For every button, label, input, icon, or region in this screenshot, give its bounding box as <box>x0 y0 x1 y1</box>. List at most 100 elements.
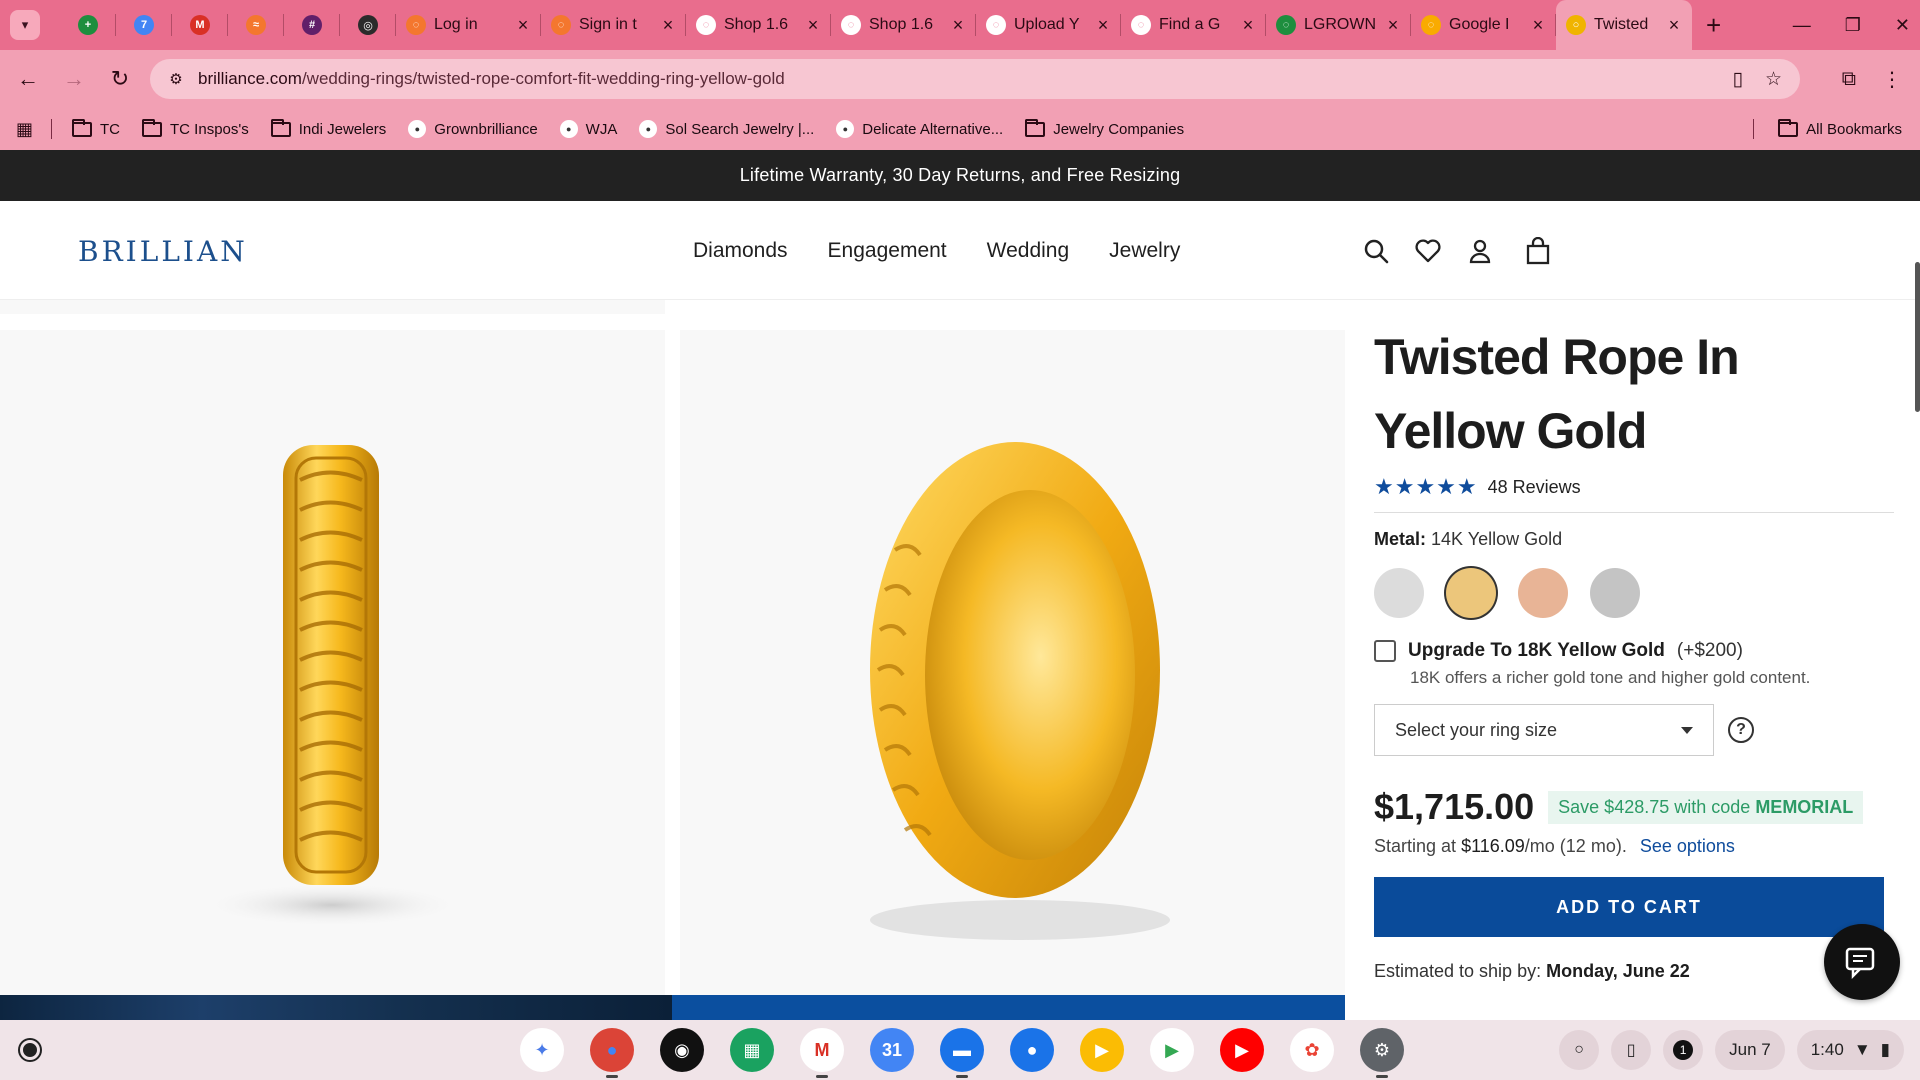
pinned-tab[interactable]: 7 <box>116 0 172 50</box>
files-icon[interactable]: ▬ <box>940 1028 984 1078</box>
add-to-cart-button[interactable]: ADD TO CART <box>1374 877 1884 937</box>
photos-icon[interactable]: ✿ <box>1290 1028 1334 1072</box>
gmail-icon: M <box>190 15 210 35</box>
close-icon[interactable]: × <box>1385 15 1401 36</box>
star-rating: ★★★★★ <box>1374 474 1478 499</box>
upgrade-checkbox[interactable] <box>1374 640 1396 662</box>
browser-tab[interactable]: ◌ Sign in t × <box>541 0 686 50</box>
restore-icon[interactable]: ❐ <box>1845 15 1861 36</box>
close-icon[interactable]: × <box>1666 15 1682 36</box>
bookmark-item[interactable]: TC Inspos's <box>142 118 249 138</box>
metal-swatch-white-gold[interactable] <box>1374 568 1424 618</box>
rating-row[interactable]: ★★★★★ 48 Reviews <box>1374 474 1894 513</box>
metal-swatches <box>1374 568 1894 618</box>
see-options-link[interactable]: See options <box>1640 836 1735 856</box>
browser-tab[interactable]: ◌ Find a G × <box>1121 0 1266 50</box>
account-icon[interactable] <box>1466 237 1494 265</box>
pinned-tab[interactable]: + <box>60 0 116 50</box>
extensions-puzzle-icon[interactable]: ⧉ <box>1842 68 1856 91</box>
active-tab[interactable]: ○ Twisted × <box>1556 0 1692 50</box>
gemini-icon[interactable]: ✦ <box>520 1028 564 1072</box>
close-icon[interactable]: × <box>805 15 821 36</box>
upgrade-option[interactable]: Upgrade To 18K Yellow Gold (+$200) <box>1374 640 1894 662</box>
date-pill[interactable]: Jun 7 <box>1715 1030 1785 1070</box>
pinned-tab[interactable]: ≈ <box>228 0 284 50</box>
kebab-menu-icon[interactable]: ⋮ <box>1882 67 1902 92</box>
nav-diamonds[interactable]: Diamonds <box>693 239 788 263</box>
page-scrollbar[interactable] <box>1915 262 1920 412</box>
bookmark-item[interactable]: ● Sol Search Jewelry |... <box>639 120 814 138</box>
back-arrow-icon[interactable]: ← <box>10 61 46 97</box>
browser-tab[interactable]: ◌ LGROWN × <box>1266 0 1411 50</box>
phone-hub-icon[interactable]: ▯ <box>1611 1030 1652 1070</box>
product-image-side-view[interactable] <box>0 300 665 995</box>
calendar-icon[interactable]: 31 <box>870 1028 914 1072</box>
ring-size-select[interactable]: Select your ring size <box>1374 704 1714 756</box>
pinned-tab[interactable]: M <box>172 0 228 50</box>
bookmark-star-icon[interactable]: ☆ <box>1765 68 1782 91</box>
chrome-icon[interactable]: ● <box>590 1028 634 1078</box>
apps-grid-icon[interactable]: ▦ <box>16 119 33 140</box>
new-tab-plus-icon[interactable]: + <box>1706 10 1721 41</box>
help-question-icon[interactable]: ? <box>1728 717 1754 743</box>
search-icon[interactable] <box>1362 237 1390 265</box>
metal-swatch-platinum[interactable] <box>1590 568 1640 618</box>
podcast-icon[interactable]: ◉ <box>660 1028 704 1072</box>
notification-count-icon[interactable]: 1 <box>1663 1030 1704 1070</box>
close-icon[interactable]: × <box>660 15 676 36</box>
close-icon[interactable]: × <box>515 15 531 36</box>
browser-tab[interactable]: ◌ Upload Y × <box>976 0 1121 50</box>
close-window-icon[interactable]: ✕ <box>1895 15 1910 36</box>
close-icon[interactable]: × <box>950 15 966 36</box>
reload-icon[interactable]: ↻ <box>102 61 138 97</box>
app-grid-icon[interactable]: ▦ <box>730 1028 774 1072</box>
tab-search-chevron-icon[interactable]: ▾ <box>10 10 40 40</box>
url-text[interactable]: brilliance.com/wedding-rings/twisted-rop… <box>198 69 785 89</box>
heart-icon[interactable] <box>1414 237 1442 265</box>
close-icon[interactable]: × <box>1095 15 1111 36</box>
gb-icon: ◌ <box>986 15 1006 35</box>
bookmark-item[interactable]: ● Grownbrilliance <box>408 120 538 138</box>
browser-tab[interactable]: ◌ Shop 1.6 × <box>686 0 831 50</box>
meet-icon[interactable]: ▶ <box>1080 1028 1124 1072</box>
gmail-icon[interactable]: M <box>800 1028 844 1078</box>
product-image-angled-view[interactable] <box>680 330 1345 995</box>
install-app-icon[interactable]: ▯ <box>1732 68 1742 91</box>
play-store-icon[interactable]: ▶ <box>1150 1028 1194 1072</box>
pinned-tab[interactable]: ◎ <box>340 0 396 50</box>
close-icon[interactable]: × <box>1530 15 1546 36</box>
chat-bubble-icon[interactable] <box>1824 924 1900 1000</box>
bookmark-item[interactable]: ● Delicate Alternative... <box>836 120 1003 138</box>
nav-engagement[interactable]: Engagement <box>828 239 947 263</box>
address-bar[interactable]: ⚙ brilliance.com/wedding-rings/twisted-r… <box>150 59 1800 99</box>
close-icon[interactable]: × <box>1240 15 1256 36</box>
nav-jewelry[interactable]: Jewelry <box>1109 239 1180 263</box>
all-bookmarks[interactable]: All Bookmarks <box>1778 118 1902 138</box>
launcher-icon[interactable] <box>20 1040 40 1060</box>
metal-swatch-rose-gold[interactable] <box>1518 568 1568 618</box>
reviews-link[interactable]: 48 Reviews <box>1488 477 1581 498</box>
metal-swatch-yellow-gold[interactable] <box>1446 568 1496 618</box>
messages-icon[interactable]: ● <box>1010 1028 1054 1072</box>
browser-tab[interactable]: ◌ Shop 1.6 × <box>831 0 976 50</box>
browser-tab[interactable]: ◌ Google I × <box>1411 0 1556 50</box>
youtube-icon[interactable]: ▶ <box>1220 1028 1264 1072</box>
brilliance-logo[interactable]: BRILLIANCE <box>78 231 293 279</box>
settings-icon[interactable]: ⚙ <box>1360 1028 1404 1078</box>
bookmark-item[interactable]: ● WJA <box>559 120 617 138</box>
bookmark-item[interactable]: TC <box>72 118 120 138</box>
nav-wedding[interactable]: Wedding <box>987 239 1070 263</box>
bookmark-item[interactable]: Jewelry Companies <box>1025 118 1184 138</box>
pinned-tab[interactable]: # <box>284 0 340 50</box>
bookmark-item[interactable]: Indi Jewelers <box>270 118 386 138</box>
minimize-icon[interactable]: — <box>1793 15 1811 36</box>
browser-toolbar: ← → ↻ ⚙ brilliance.com/wedding-rings/twi… <box>0 50 1920 108</box>
status-area[interactable]: 1:40 ▼ ▮ <box>1796 1030 1904 1070</box>
tab-title: Shop 1.6 <box>869 16 934 33</box>
forward-arrow-icon[interactable]: → <box>56 61 92 97</box>
browser-tab[interactable]: ◌ Log in × <box>396 0 541 50</box>
slack-icon: # <box>302 15 322 35</box>
site-settings-icon[interactable]: ⚙ <box>164 67 188 91</box>
holding-space-icon[interactable]: ○ <box>1559 1030 1600 1070</box>
shopping-bag-icon[interactable] <box>1524 236 1552 265</box>
